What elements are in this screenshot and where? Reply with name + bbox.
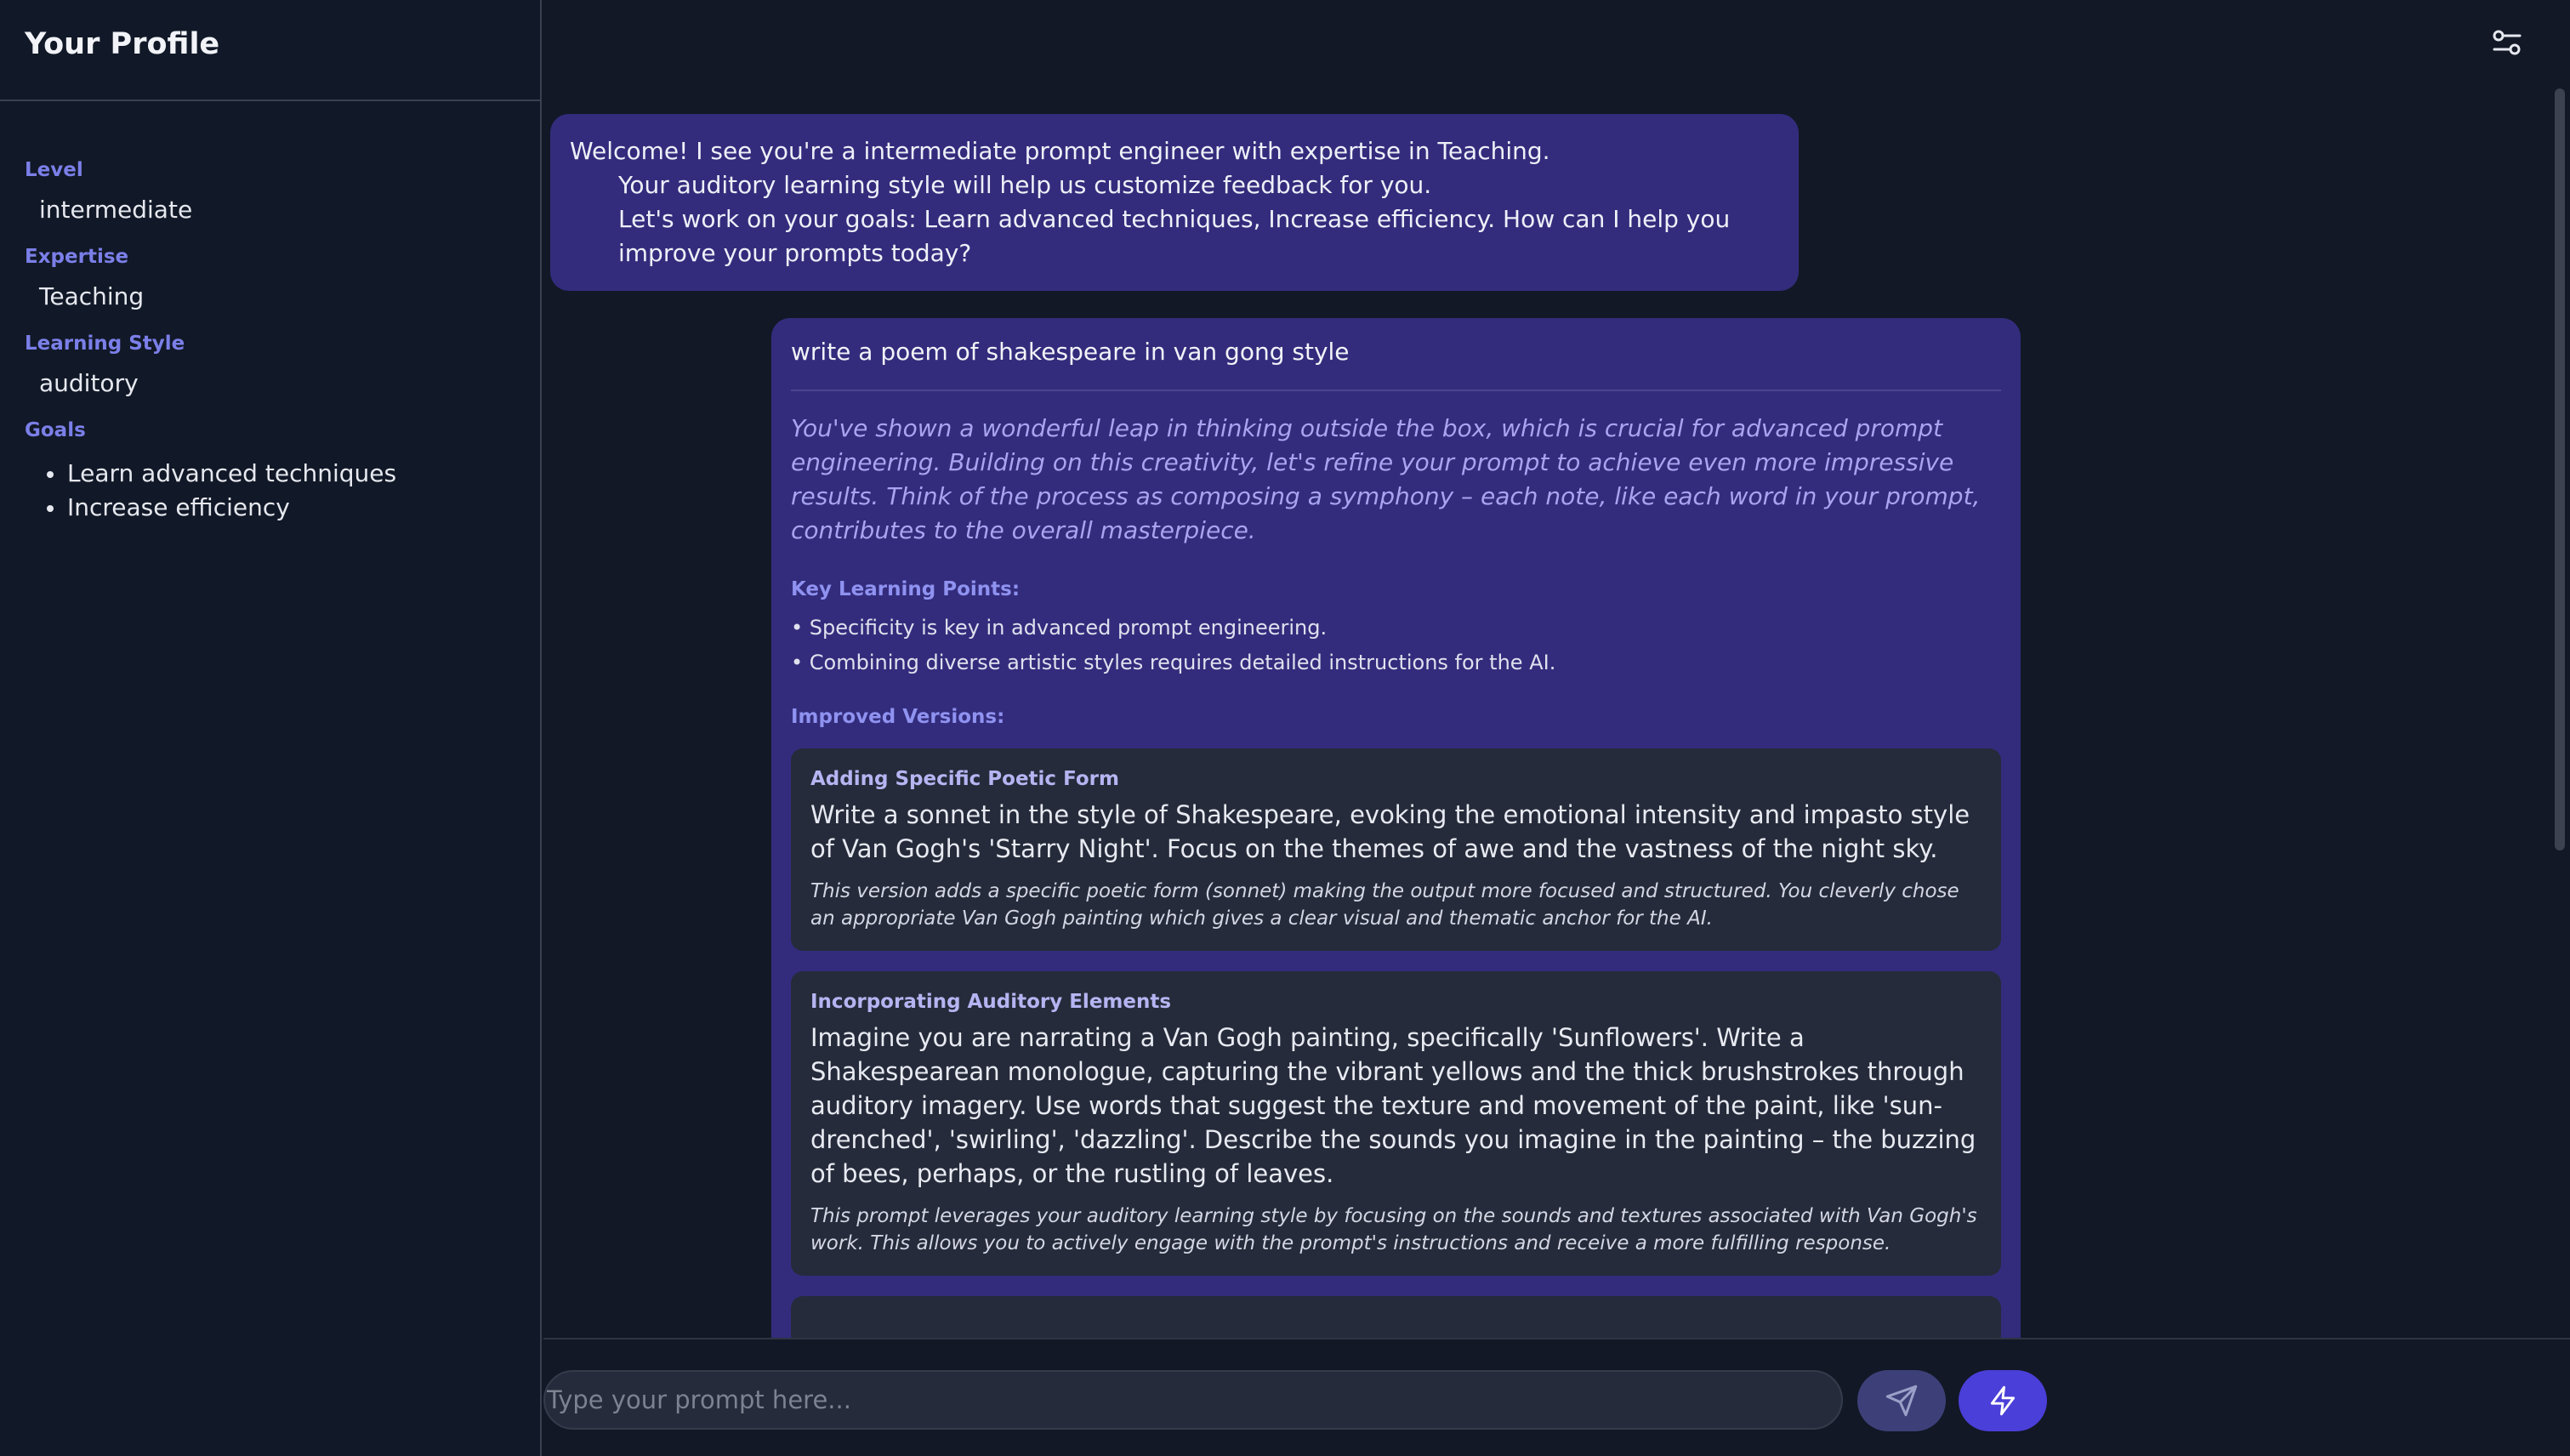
version-explanation: This version adds a specific poetic form… — [810, 880, 1959, 930]
key-point: • Combining diverse artistic styles requ… — [791, 651, 1556, 674]
version-title: Adding Specific Poetic Form — [810, 768, 1119, 790]
expertise-label: Expertise — [25, 246, 129, 268]
improved-versions-label: Improved Versions: — [791, 706, 1005, 728]
level-label: Level — [25, 159, 83, 181]
feedback-text: You've shown a wonderful leap in thinkin… — [791, 414, 1981, 544]
chat-area: Welcome! I see you're a intermediate pro… — [543, 0, 2570, 1456]
user-prompt-text: write a poem of shakespeare in van gong … — [791, 335, 2001, 391]
improved-version-card[interactable]: Adding Specific Poetic Form Write a sonn… — [791, 748, 2001, 951]
key-points-list: • Specificity is key in advanced prompt … — [791, 611, 2001, 680]
learning-style-label: Learning Style — [25, 333, 185, 355]
goal-item: Learn advanced techniques — [43, 457, 540, 491]
expertise-value: Teaching — [39, 282, 145, 310]
input-bar — [543, 1338, 2570, 1456]
settings-button[interactable] — [2488, 24, 2526, 61]
welcome-line: Your auditory learning style will help u… — [618, 171, 1432, 199]
sidebar-header: Your Profile — [0, 0, 540, 101]
chat-scrollbar[interactable] — [2555, 88, 2565, 850]
improved-version-card[interactable]: Incorporating Auditory Elements Imagine … — [791, 971, 2001, 1276]
welcome-message: Welcome! I see you're a intermediate pro… — [550, 114, 1799, 291]
welcome-line: Let's work on your goals: Learn advanced… — [618, 205, 1731, 267]
sliders-icon — [2493, 30, 2522, 55]
key-point: • Specificity is key in advanced prompt … — [791, 616, 1328, 640]
send-button[interactable] — [1857, 1370, 1946, 1431]
profile-sidebar: Your Profile Level intermediate Expertis… — [0, 0, 542, 1456]
goals-label: Goals — [25, 419, 86, 441]
welcome-line: Welcome! I see you're a intermediate pro… — [570, 137, 1550, 165]
sidebar-title: Your Profile — [25, 27, 220, 61]
feedback-message: write a poem of shakespeare in van gong … — [771, 318, 2021, 1456]
version-prompt: Imagine you are narrating a Van Gogh pai… — [810, 1023, 1976, 1188]
send-icon — [1885, 1385, 1918, 1417]
prompt-input[interactable] — [543, 1370, 1843, 1430]
lightning-icon — [1990, 1385, 2016, 1416]
learning-style-value: auditory — [39, 369, 139, 397]
version-prompt: Write a sonnet in the style of Shakespea… — [810, 800, 1970, 863]
goal-item: Increase efficiency — [43, 491, 540, 525]
version-title: Incorporating Auditory Elements — [810, 991, 1172, 1013]
profile-details: Level intermediate Expertise Teaching Le… — [0, 101, 540, 525]
level-value: intermediate — [39, 196, 193, 224]
app-root: Your Profile Level intermediate Expertis… — [0, 0, 2570, 1456]
enhance-button[interactable] — [1959, 1370, 2047, 1431]
version-explanation: This prompt leverages your auditory lear… — [810, 1205, 1977, 1254]
goals-list: Learn advanced techniques Increase effic… — [25, 457, 540, 525]
key-points-label: Key Learning Points: — [791, 578, 1021, 600]
